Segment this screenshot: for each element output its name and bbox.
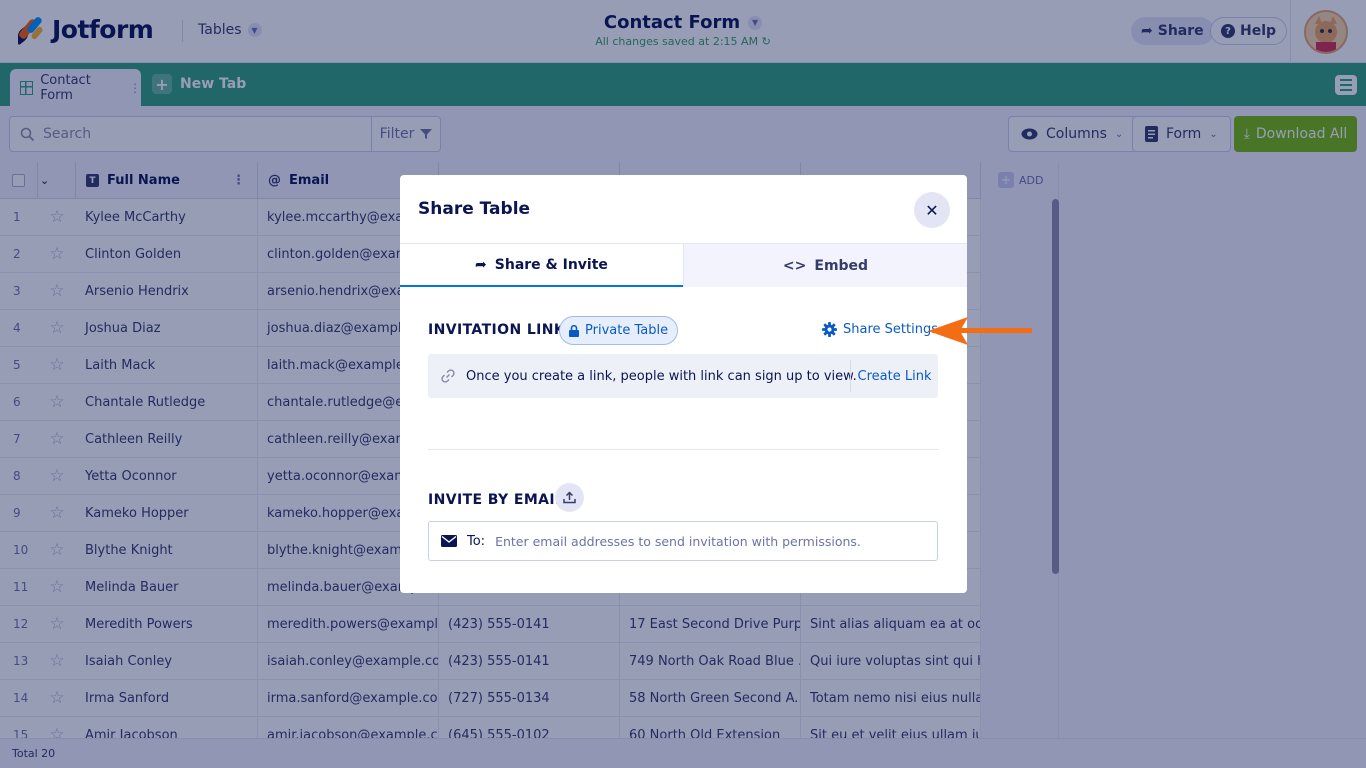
close-icon[interactable]: ✕ <box>914 192 950 228</box>
create-link-label: Create Link <box>857 368 932 384</box>
share-arrow-icon: ➦ <box>475 256 487 273</box>
to-label: To: <box>467 533 486 549</box>
private-table-badge[interactable]: Private Table <box>559 316 679 345</box>
tab-embed-label: Embed <box>814 257 869 274</box>
upload-arrow-glyph <box>563 491 576 504</box>
invitation-link-heading: INVITATION LINK <box>428 322 566 338</box>
link-info-text: Once you create a link, people with link… <box>466 368 857 384</box>
share-settings-label: Share Settings <box>843 322 938 337</box>
tab-share-invite[interactable]: ➦ Share & Invite <box>400 244 683 287</box>
modal-title: Share Table <box>418 199 531 219</box>
share-settings-link[interactable]: Share Settings <box>822 322 938 337</box>
lock-icon <box>569 324 579 337</box>
modal-tabs: ➦ Share & Invite <> Embed <box>400 243 967 287</box>
email-placeholder: Enter email addresses to send invitation… <box>495 533 861 549</box>
section-divider <box>428 449 938 450</box>
upload-icon[interactable] <box>555 483 584 512</box>
invitation-link-box: Once you create a link, people with link… <box>428 354 938 398</box>
tab-share-label: Share & Invite <box>494 256 608 273</box>
tab-embed[interactable]: <> Embed <box>683 244 967 287</box>
annotation-arrow-icon <box>928 317 1032 345</box>
envelope-icon <box>441 535 457 547</box>
share-table-modal: Share Table ✕ ➦ Share & Invite <> Embed … <box>400 175 967 593</box>
private-label: Private Table <box>585 323 669 338</box>
link-icon <box>441 369 455 383</box>
code-icon: <> <box>782 257 807 274</box>
create-link-button[interactable]: Create Link <box>850 360 938 392</box>
invite-email-input[interactable]: To: Enter email addresses to send invita… <box>428 521 938 561</box>
invite-by-email-heading: INVITE BY EMAIL <box>428 492 565 508</box>
gear-icon <box>822 322 837 337</box>
